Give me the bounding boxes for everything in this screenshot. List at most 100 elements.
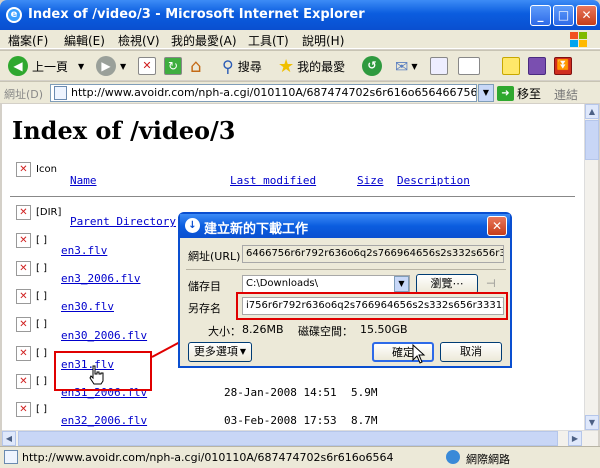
print-button[interactable] bbox=[430, 55, 448, 77]
download-manager-button[interactable]: ⏬ bbox=[554, 55, 572, 77]
file-icon-alt: [ ] bbox=[36, 404, 47, 415]
messenger-button[interactable] bbox=[502, 55, 520, 77]
search-button[interactable]: ⚲ 搜尋 bbox=[222, 55, 262, 77]
size-value: 8.26MB bbox=[242, 323, 284, 336]
pin-icon[interactable]: ⊣ bbox=[486, 277, 496, 290]
status-page-icon bbox=[4, 450, 18, 464]
address-input[interactable]: http://www.avoidr.com/nph-a.cgi/010110A/… bbox=[50, 84, 477, 102]
column-modified-link[interactable]: Last modified bbox=[230, 174, 316, 187]
mail-icon: ✉ bbox=[395, 56, 409, 76]
parent-directory-link[interactable]: Parent Directory bbox=[70, 215, 176, 228]
broken-image-icon: ✕ bbox=[16, 162, 31, 177]
minimize-button[interactable]: _ bbox=[530, 5, 551, 26]
forward-dropdown-icon[interactable]: ▼ bbox=[120, 62, 126, 71]
broken-image-icon: ✕ bbox=[16, 233, 31, 248]
dialog-close-button[interactable]: ✕ bbox=[487, 216, 507, 236]
dir-icon-alt: [DIR] bbox=[36, 207, 62, 218]
address-dropdown-icon[interactable]: ▼ bbox=[478, 84, 494, 102]
close-button[interactable]: ✕ bbox=[576, 5, 597, 26]
url-field[interactable]: 6466756r6r792r636o6q2s766964656s2s332s65… bbox=[242, 245, 504, 263]
address-label: 網址(D) bbox=[4, 88, 44, 101]
scroll-thumb[interactable] bbox=[585, 120, 599, 160]
forward-button[interactable]: ▶ ▼ bbox=[96, 55, 126, 77]
favorites-button[interactable]: ★ 我的最愛 bbox=[278, 55, 345, 77]
refresh-button[interactable]: ↻ bbox=[164, 55, 182, 77]
arrow-cursor-icon bbox=[412, 344, 426, 364]
browse-button[interactable]: 瀏覽⋯ bbox=[416, 274, 478, 294]
search-label: 搜尋 bbox=[237, 59, 262, 74]
addon-icon bbox=[528, 57, 546, 75]
menu-bar: 檔案(F) 編輯(E) 檢視(V) 我的最愛(A) 工具(T) 說明(H) bbox=[0, 30, 600, 49]
cancel-button[interactable]: 取消 bbox=[440, 342, 502, 362]
broken-image-icon: ✕ bbox=[16, 317, 31, 332]
hscroll-thumb[interactable] bbox=[18, 431, 558, 446]
ie-logo-icon: e bbox=[6, 7, 22, 23]
save-dir-label: 儲存目 bbox=[188, 280, 221, 293]
size-label: 大小： bbox=[208, 325, 241, 338]
mail-button[interactable]: ✉ ▼ bbox=[395, 55, 418, 77]
back-arrow-icon: ◀ bbox=[8, 56, 28, 76]
refresh-icon: ↻ bbox=[164, 57, 182, 75]
header-icon-alt: Icon bbox=[36, 164, 57, 175]
scroll-down-icon[interactable]: ▼ bbox=[585, 415, 599, 430]
maximize-button[interactable]: □ bbox=[553, 5, 574, 26]
horizontal-scrollbar[interactable]: ◀ ▶ bbox=[2, 430, 598, 446]
window-title-bar[interactable]: e Index of /video/3 - Microsoft Internet… bbox=[0, 0, 600, 30]
scroll-up-icon[interactable]: ▲ bbox=[585, 104, 599, 119]
file-link[interactable]: en3_2006.flv bbox=[61, 272, 140, 285]
save-dir-dropdown-icon[interactable]: ▼ bbox=[394, 276, 409, 292]
note-icon bbox=[502, 57, 520, 75]
broken-image-icon: ✕ bbox=[16, 346, 31, 361]
save-dir-value: C:\Downloads\ bbox=[246, 278, 319, 289]
scroll-left-icon[interactable]: ◀ bbox=[2, 431, 16, 446]
broken-image-icon: ✕ bbox=[16, 402, 31, 417]
back-button[interactable]: ◀ 上一頁 ▼ bbox=[8, 55, 84, 77]
links-label[interactable]: 連結 bbox=[554, 86, 578, 103]
star-icon: ★ bbox=[278, 55, 295, 77]
addon-button[interactable] bbox=[528, 55, 546, 77]
windows-logo-icon bbox=[570, 32, 587, 47]
menu-file[interactable]: 檔案(F) bbox=[8, 32, 48, 49]
forward-arrow-icon: ▶ bbox=[96, 56, 116, 76]
go-button[interactable]: ➜ 移至 bbox=[497, 85, 541, 102]
column-description-link[interactable]: Description bbox=[397, 174, 470, 187]
address-bar: 網址(D) http://www.avoidr.com/nph-a.cgi/01… bbox=[0, 81, 600, 103]
url-label: 網址(URL) bbox=[188, 250, 241, 263]
history-button[interactable]: ↺ bbox=[362, 55, 382, 77]
menu-help[interactable]: 說明(H) bbox=[302, 32, 344, 49]
menu-edit[interactable]: 編輯(E) bbox=[64, 32, 105, 49]
search-icon: ⚲ bbox=[222, 56, 234, 76]
status-bar: http://www.avoidr.com/nph-a.cgi/010110A/… bbox=[0, 446, 600, 468]
column-size-link[interactable]: Size bbox=[357, 174, 384, 187]
menu-favorites[interactable]: 我的最愛(A) bbox=[171, 32, 237, 49]
edit-button[interactable] bbox=[458, 55, 480, 77]
highlight-box-save-as bbox=[236, 292, 508, 320]
download-arrow-icon: ↓ bbox=[185, 218, 200, 233]
mail-dropdown-icon[interactable]: ▼ bbox=[411, 62, 417, 71]
vertical-scrollbar[interactable]: ▲ ▼ bbox=[584, 104, 599, 430]
menu-tools[interactable]: 工具(T) bbox=[248, 32, 289, 49]
more-options-button[interactable]: 更多選項 ▼ bbox=[188, 342, 252, 362]
stop-icon: ✕ bbox=[138, 57, 156, 75]
save-dir-select[interactable]: C:\Downloads\ bbox=[242, 275, 410, 293]
page-title: Index of /video/3 bbox=[12, 116, 236, 145]
security-zone: 網際網路 bbox=[466, 453, 510, 466]
save-as-label: 另存名 bbox=[188, 302, 221, 315]
scroll-right-icon[interactable]: ▶ bbox=[568, 431, 582, 446]
menu-view[interactable]: 檢視(V) bbox=[118, 32, 160, 49]
stop-button[interactable]: ✕ bbox=[138, 55, 156, 77]
broken-image-icon: ✕ bbox=[16, 374, 31, 389]
column-name-link[interactable]: Name bbox=[70, 174, 97, 187]
file-link[interactable]: en30_2006.flv bbox=[61, 329, 147, 342]
file-link[interactable]: en30.flv bbox=[61, 300, 114, 313]
dialog-title-bar[interactable]: ↓ 建立新的下載工作 ✕ bbox=[180, 214, 510, 238]
status-text: http://www.avoidr.com/nph-a.cgi/010110A/… bbox=[22, 451, 394, 464]
file-size: 8.7M bbox=[351, 414, 378, 427]
home-button[interactable]: ⌂ bbox=[190, 55, 201, 77]
file-size: 5.9M bbox=[351, 386, 378, 399]
broken-image-icon: ✕ bbox=[16, 205, 31, 220]
file-link[interactable]: en3.flv bbox=[61, 244, 107, 257]
back-dropdown-icon[interactable]: ▼ bbox=[78, 62, 84, 71]
file-link[interactable]: en32_2006.flv bbox=[61, 414, 147, 427]
dialog-title: 建立新的下載工作 bbox=[204, 222, 309, 237]
